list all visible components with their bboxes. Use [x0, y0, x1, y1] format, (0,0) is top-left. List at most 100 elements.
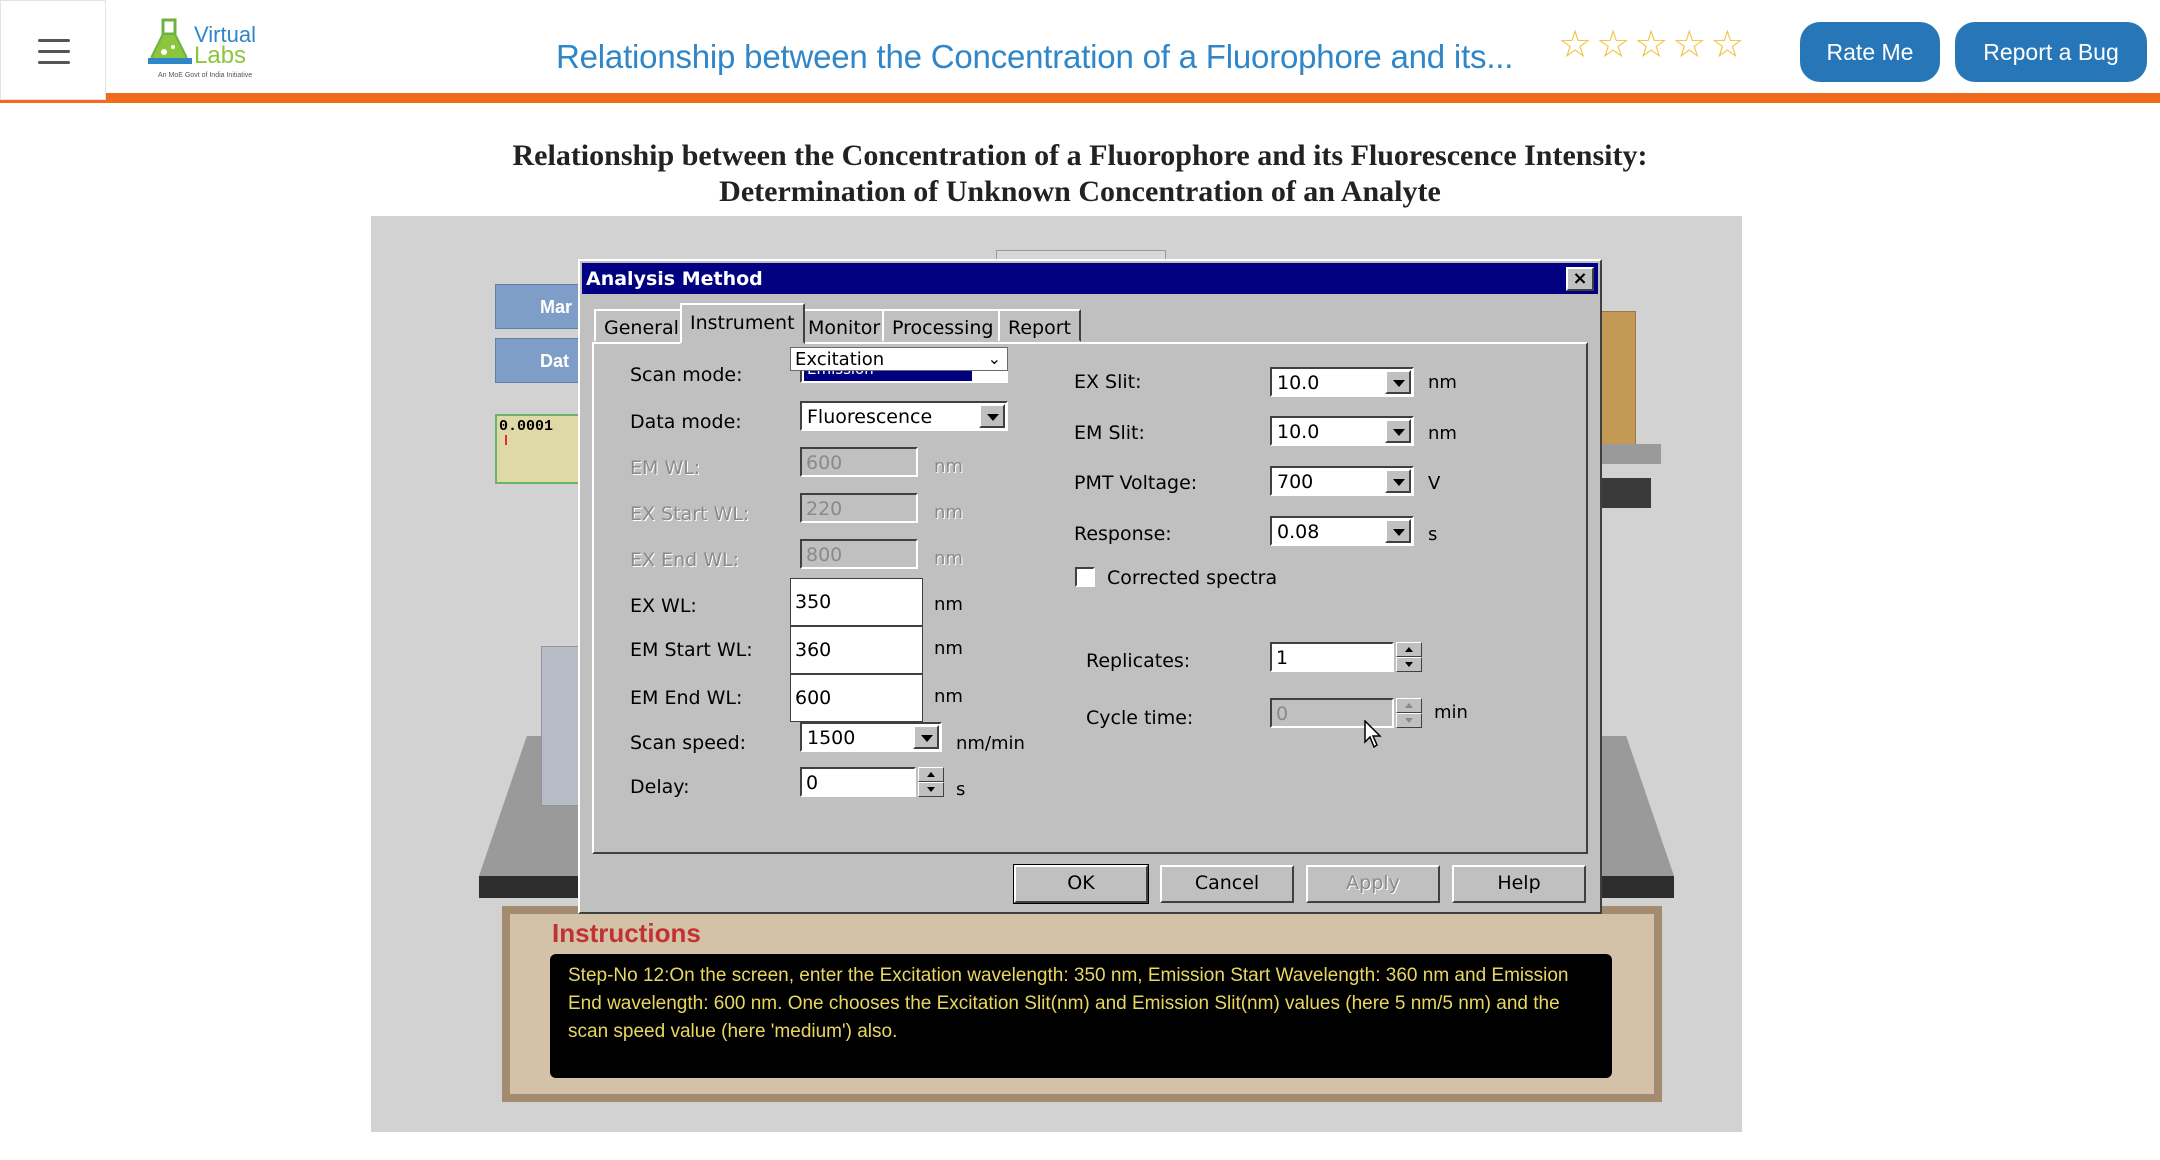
delay-spinner[interactable]	[918, 767, 944, 797]
data-mode-combo[interactable]: Fluorescence	[800, 401, 1008, 431]
spin-down-icon[interactable]	[1396, 657, 1422, 672]
rating-stars[interactable]: ☆ ☆ ☆ ☆ ☆	[1558, 26, 1744, 64]
scan-mode-label: Scan mode:	[630, 364, 743, 386]
star-icon[interactable]: ☆	[1634, 26, 1668, 64]
star-icon[interactable]: ☆	[1558, 26, 1592, 64]
virtual-labs-logo[interactable]: Virtual Labs An MoE Govt of India Initia…	[148, 16, 268, 84]
spin-down-icon	[1396, 713, 1422, 728]
corrected-spectra-checkbox[interactable]	[1075, 567, 1095, 587]
ex-wl-label: EX WL:	[630, 595, 697, 617]
nav-experiment-title: Relationship between the Concentration o…	[556, 38, 1514, 75]
background-readout: 0.0001	[495, 414, 585, 484]
response-unit: s	[1428, 524, 1438, 545]
em-start-wl-unit: nm	[934, 638, 963, 659]
cycle-time-unit: min	[1434, 702, 1468, 723]
background-menu-tab[interactable]: Mar	[495, 284, 583, 329]
dropdown-arrow-icon[interactable]	[1385, 519, 1411, 543]
dropdown-arrow-icon[interactable]	[979, 404, 1005, 428]
star-icon[interactable]: ☆	[1710, 26, 1744, 64]
delay-input[interactable]: 0	[800, 767, 916, 797]
spin-up-icon[interactable]	[918, 767, 944, 782]
em-start-wl-input[interactable]: 360	[790, 626, 923, 674]
star-icon[interactable]: ☆	[1596, 26, 1630, 64]
page-title: Relationship between the Concentration o…	[380, 138, 1780, 210]
ex-start-wl-field: 220	[800, 493, 918, 523]
close-button[interactable]: ×	[1566, 267, 1594, 291]
replicates-input[interactable]: 1	[1270, 642, 1394, 672]
em-end-wl-label: EM End WL:	[630, 687, 743, 709]
delay-label: Delay:	[630, 776, 690, 798]
em-slit-unit: nm	[1428, 423, 1457, 444]
scan-speed-label: Scan speed:	[630, 732, 747, 754]
ok-button[interactable]: OK	[1013, 864, 1149, 904]
flask-icon	[148, 18, 192, 64]
response-label: Response:	[1074, 523, 1172, 545]
instructions-text: Step-No 12:On the screen, enter the Exci…	[550, 954, 1612, 1078]
page-title-line-2: Determination of Unknown Concentration o…	[719, 175, 1441, 208]
readout-marker	[505, 435, 507, 445]
menu-bar-icon	[38, 39, 70, 42]
background-box	[1596, 478, 1651, 508]
rate-me-button[interactable]: Rate Me	[1800, 22, 1940, 82]
chevron-down-icon: ⌄	[987, 349, 1001, 368]
em-wl-label: EM WL:	[630, 457, 701, 479]
dialog-titlebar[interactable]: Analysis Method ×	[582, 263, 1598, 294]
ex-end-wl-unit: nm	[934, 548, 963, 569]
corrected-spectra-label: Corrected spectra	[1107, 567, 1278, 589]
tab-monitor[interactable]: Monitor	[798, 309, 891, 342]
ex-wl-unit: nm	[934, 594, 963, 615]
replicates-label: Replicates:	[1086, 650, 1191, 672]
spin-down-icon[interactable]	[918, 782, 944, 797]
scan-speed-combo[interactable]: 1500	[800, 722, 942, 752]
dropdown-arrow-icon[interactable]	[1385, 370, 1411, 394]
scan-speed-unit: nm/min	[956, 733, 1025, 754]
tab-report[interactable]: Report	[998, 309, 1081, 342]
cancel-button[interactable]: Cancel	[1160, 865, 1294, 903]
ex-wl-input[interactable]: 350	[790, 578, 923, 626]
replicates-spinner[interactable]	[1396, 642, 1422, 672]
hamburger-menu-button[interactable]	[0, 0, 106, 100]
spin-up-icon	[1396, 698, 1422, 713]
pmt-voltage-label: PMT Voltage:	[1074, 472, 1198, 494]
response-combo[interactable]: 0.08	[1270, 516, 1414, 546]
em-end-wl-input[interactable]: 600	[790, 674, 923, 722]
star-icon[interactable]: ☆	[1672, 26, 1706, 64]
response-value: 0.08	[1277, 521, 1320, 543]
instructions-panel: Instructions Step-No 12:On the screen, e…	[502, 906, 1662, 1102]
apply-button[interactable]: Apply	[1306, 865, 1440, 903]
menu-bar-icon	[38, 50, 70, 53]
ex-start-wl-label: EX Start WL:	[630, 503, 750, 525]
ex-slit-label: EX Slit:	[1074, 371, 1142, 393]
instructions-title: Instructions	[552, 918, 701, 948]
em-end-wl-unit: nm	[934, 686, 963, 707]
ex-slit-combo[interactable]: 10.0	[1270, 367, 1414, 397]
dropdown-arrow-icon[interactable]	[1385, 419, 1411, 443]
dropdown-arrow-icon[interactable]	[1385, 469, 1411, 493]
dialog-title: Analysis Method	[586, 268, 763, 290]
top-navbar: Virtual Labs An MoE Govt of India Initia…	[0, 0, 2160, 103]
em-wl-unit: nm	[934, 456, 963, 477]
mouse-pointer-icon	[1364, 720, 1382, 749]
ex-start-wl-unit: nm	[934, 502, 963, 523]
em-slit-combo[interactable]: 10.0	[1270, 416, 1414, 446]
tab-instrument[interactable]: Instrument	[680, 303, 805, 344]
tab-general[interactable]: General	[594, 309, 689, 342]
dropdown-arrow-icon[interactable]	[913, 725, 939, 749]
pmt-voltage-unit: V	[1428, 473, 1441, 494]
em-slit-value: 10.0	[1277, 421, 1320, 443]
spin-up-icon[interactable]	[1396, 642, 1422, 657]
scan-mode-dropdown[interactable]: Excitation ⌄	[790, 347, 1008, 371]
scan-speed-value: 1500	[807, 727, 856, 749]
ex-end-wl-label: EX End WL:	[630, 549, 739, 571]
help-button[interactable]: Help	[1452, 865, 1586, 903]
report-bug-button[interactable]: Report a Bug	[1955, 22, 2147, 82]
analysis-method-dialog: Analysis Method × General Instrument Mon…	[578, 259, 1602, 914]
cycle-time-label: Cycle time:	[1086, 707, 1194, 729]
pmt-voltage-combo[interactable]: 700	[1270, 466, 1414, 496]
ex-end-wl-field: 800	[800, 539, 918, 569]
tab-processing[interactable]: Processing	[882, 309, 1004, 342]
background-data-tab[interactable]: Dat	[495, 338, 583, 383]
logo-tagline: An MoE Govt of India Initiative	[158, 72, 253, 79]
scan-mode-selected: Excitation	[795, 349, 885, 370]
logo-text-labs: Labs	[194, 42, 247, 69]
